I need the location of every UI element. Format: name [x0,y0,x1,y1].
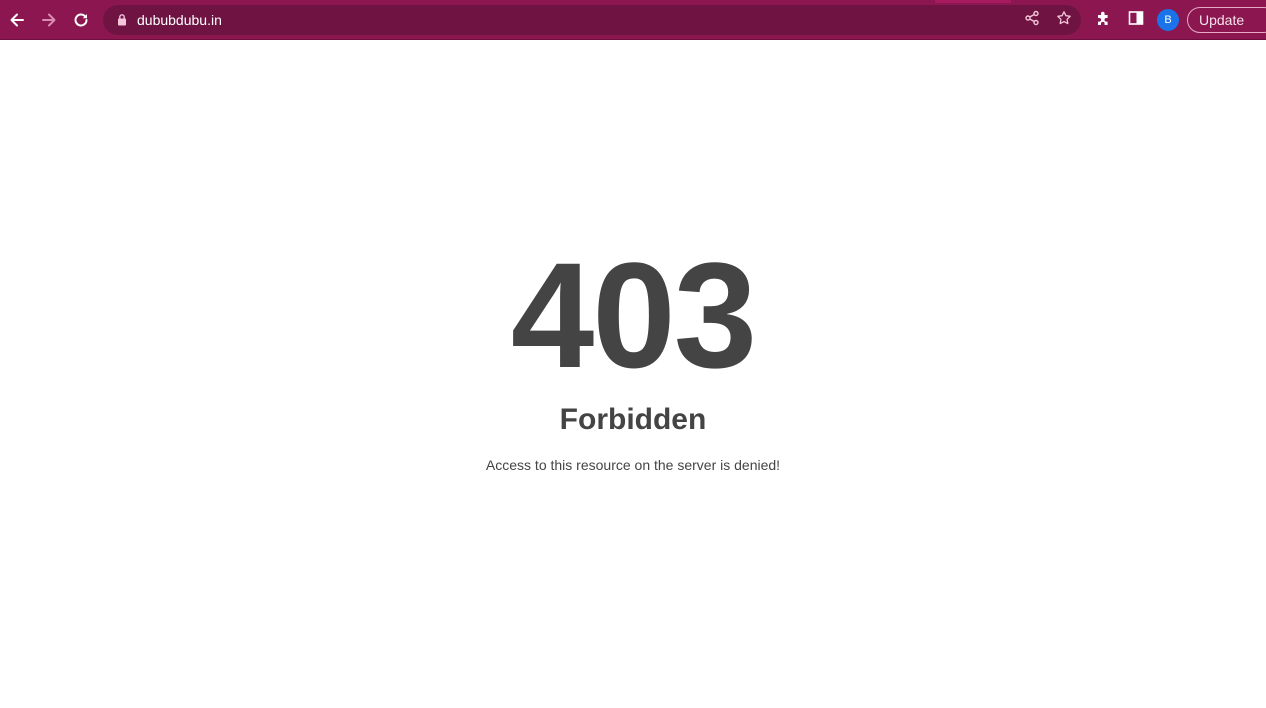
update-button[interactable]: Update [1187,7,1266,33]
extensions-button[interactable] [1093,9,1115,31]
share-icon [1024,10,1040,31]
side-panel-icon [1128,10,1144,31]
browser-toolbar: dububdubu.in B Update [0,0,1266,40]
error-title: Forbidden [559,403,707,436]
reload-button[interactable] [67,6,95,34]
reload-icon [72,11,90,29]
side-panel-button[interactable] [1125,9,1147,31]
forward-button[interactable] [35,6,63,34]
forward-icon [40,11,58,29]
page-content: 403 Forbidden Access to this resource on… [0,40,1266,708]
back-icon [8,11,26,29]
share-button[interactable] [1021,9,1043,31]
address-bar[interactable]: dububdubu.in [103,5,1081,35]
error-message: Access to this resource on the server is… [485,457,781,473]
back-button[interactable] [3,6,31,34]
error-code: 403 [510,231,757,399]
url-text[interactable]: dububdubu.in [137,12,222,28]
lock-icon[interactable] [117,13,127,31]
star-icon [1056,10,1072,31]
profile-avatar[interactable]: B [1157,9,1179,31]
tab-strip-edge [935,0,1011,3]
extensions-icon [1096,10,1112,31]
bookmark-button[interactable] [1053,9,1075,31]
